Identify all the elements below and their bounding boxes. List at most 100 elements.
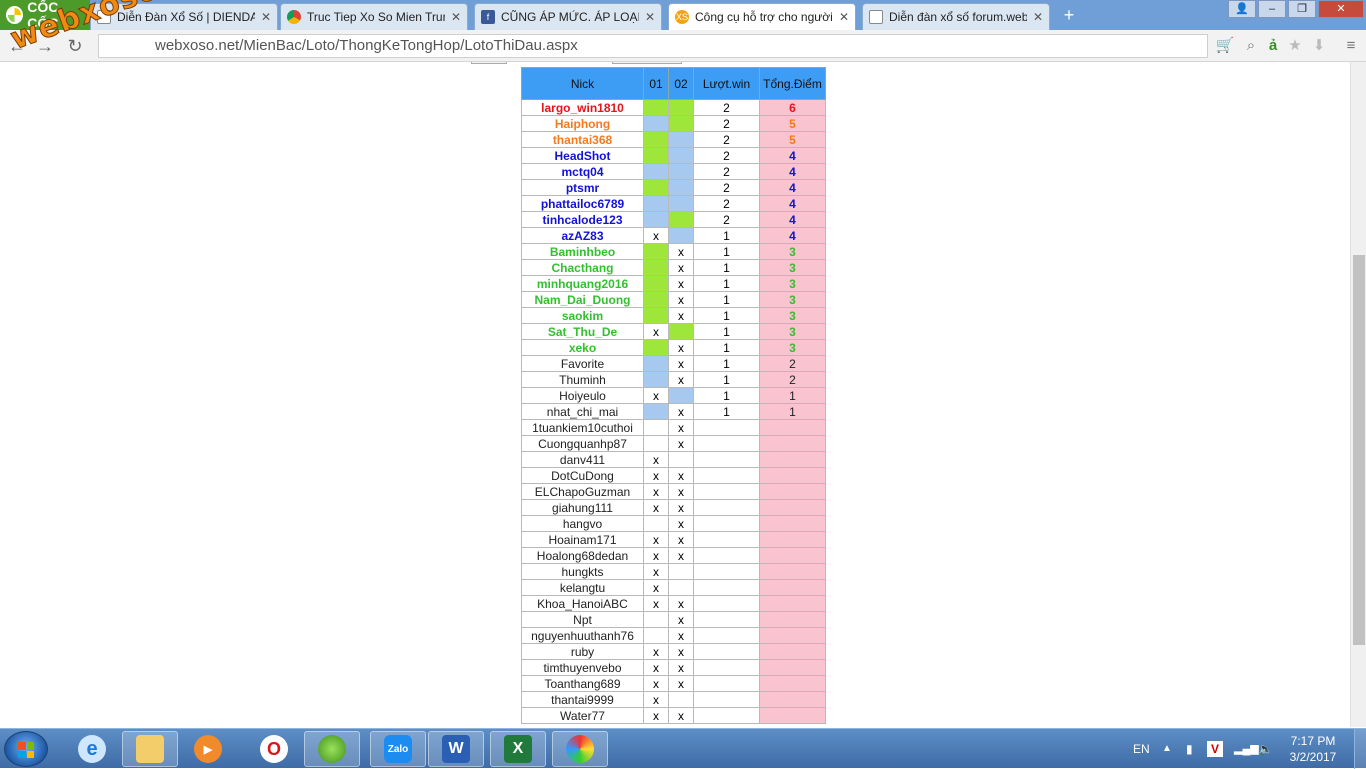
cell-01 (643, 115, 669, 132)
header-02[interactable]: 02 (668, 67, 694, 100)
cell-tong-diem: 4 (759, 163, 826, 180)
browser-tab[interactable]: Diễn đàn xổ số forum.web ✕ (862, 3, 1050, 30)
tab-label: Truc Tiep Xo So Mien Trun (307, 10, 445, 24)
cell-01 (643, 627, 669, 644)
unikey-icon[interactable]: V (1207, 741, 1223, 757)
search-icon[interactable]: ⌕ (1240, 36, 1262, 56)
browser-tab[interactable]: Truc Tiep Xo So Mien Trun ✕ (280, 3, 468, 30)
table-row: Cuongquanhp87 x (521, 435, 826, 452)
cell-luot-win: 2 (693, 147, 760, 164)
bookmark-star-icon[interactable]: ★ (1284, 36, 1306, 56)
cell-nick: Npt (521, 611, 644, 628)
download-icon[interactable]: ⬇ (1308, 36, 1330, 56)
internet-explorer-icon: e (78, 735, 106, 763)
table-row: nguyenhuuthanh76 x (521, 627, 826, 644)
cell-02 (668, 115, 694, 132)
battery-icon[interactable]: ▮ (1186, 729, 1193, 769)
url-input[interactable]: webxoso.net/MienBac/Loto/ThongKeTongHop/… (98, 34, 1208, 58)
maximize-button[interactable]: ❐ (1288, 0, 1316, 18)
minimize-button[interactable]: – (1258, 0, 1286, 18)
table-row: azAZ83 x 1 4 (521, 227, 826, 244)
table-row: Nam_Dai_Duong x 1 3 (521, 291, 826, 308)
taskbar-opera-button[interactable]: O (246, 731, 302, 767)
cart-icon[interactable]: 🛒 (1214, 36, 1236, 56)
cell-01: x (643, 531, 669, 548)
cell-02: x (668, 243, 694, 260)
cell-luot-win: 2 (693, 211, 760, 228)
url-text: webxoso.net/MienBac/Loto/ThongKeTongHop/… (155, 37, 578, 54)
cell-02 (668, 323, 694, 340)
close-tab-icon[interactable]: ✕ (1033, 10, 1043, 24)
table-row: Haiphong 2 5 (521, 115, 826, 132)
cell-01 (643, 291, 669, 308)
cell-02: x (668, 627, 694, 644)
cell-01 (643, 611, 669, 628)
cell-tong-diem (759, 547, 826, 564)
cell-luot-win: 1 (693, 259, 760, 276)
header-tong-diem[interactable]: Tổng.Điểm (759, 67, 826, 100)
close-tab-icon[interactable]: ✕ (645, 10, 655, 24)
cell-nick: HeadShot (521, 147, 644, 164)
cell-tong-diem: 3 (759, 243, 826, 260)
page-control-stub[interactable] (471, 62, 507, 64)
table-row: saokim x 1 3 (521, 307, 826, 324)
clock-time: 7:17 PM (1290, 734, 1336, 748)
show-desktop-button[interactable] (1354, 729, 1366, 769)
page-control-stub[interactable] (612, 62, 682, 64)
new-tab-button[interactable]: + (1058, 6, 1080, 24)
cell-tong-diem: 5 (759, 131, 826, 148)
taskbar-word-button[interactable]: W (428, 731, 484, 767)
cell-nick: Toanthang689 (521, 675, 644, 692)
browser-tab[interactable]: f CŨNG ÁP MỨC. ÁP LOẠI.B ✕ (474, 3, 662, 30)
profile-button[interactable]: 👤 (1228, 0, 1256, 18)
cell-nick: thantai9999 (521, 691, 644, 708)
table-row: xeko x 1 3 (521, 339, 826, 356)
header-luot-win[interactable]: Lượt.win (693, 67, 760, 100)
cell-01: x (643, 643, 669, 660)
taskbar-zalo-button[interactable]: Zalo (370, 731, 426, 767)
taskbar-file-explorer-button[interactable] (122, 731, 178, 767)
taskbar-excel-button[interactable]: X (490, 731, 546, 767)
cell-tong-diem: 2 (759, 355, 826, 372)
close-tab-icon[interactable]: ✕ (839, 10, 849, 24)
cell-tong-diem: 1 (759, 387, 826, 404)
browser-tab[interactable]: XS Công cụ hỗ trợ cho người ✕ (668, 3, 856, 30)
header-01[interactable]: 01 (643, 67, 669, 100)
cell-luot-win (693, 691, 760, 708)
cell-luot-win (693, 627, 760, 644)
cell-tong-diem (759, 611, 826, 628)
cell-02: x (668, 339, 694, 356)
close-tab-icon[interactable]: ✕ (451, 10, 461, 24)
translate-icon[interactable]: ả (1262, 36, 1284, 56)
menu-icon[interactable]: ≡ (1340, 36, 1362, 56)
cell-luot-win (693, 707, 760, 724)
cell-luot-win: 1 (693, 323, 760, 340)
clock[interactable]: 7:17 PM 3/2/2017 (1278, 733, 1348, 765)
header-nick[interactable]: Nick (521, 67, 644, 100)
taskbar-media-player-button[interactable]: ▶ (180, 731, 236, 767)
cell-tong-diem (759, 419, 826, 436)
volume-icon[interactable]: 🔈 (1258, 729, 1273, 769)
tab-label: Công cụ hỗ trợ cho người (695, 10, 833, 24)
page-scrollbar[interactable] (1350, 62, 1366, 727)
cell-02: x (668, 515, 694, 532)
file-explorer-icon (136, 735, 164, 763)
show-hidden-icons[interactable]: ▲ (1162, 729, 1172, 769)
taskbar-paint-button[interactable] (552, 731, 608, 767)
cell-tong-diem: 4 (759, 195, 826, 212)
close-window-button[interactable]: ✕ (1318, 0, 1364, 18)
cell-luot-win: 2 (693, 163, 760, 180)
language-indicator[interactable]: EN (1133, 729, 1150, 769)
network-icon[interactable]: ▂▄▆ (1234, 729, 1259, 769)
scrollbar-thumb[interactable] (1353, 255, 1365, 645)
taskbar-internet-explorer-button[interactable]: e (64, 731, 120, 767)
cell-02: x (668, 483, 694, 500)
cell-nick: Cuongquanhp87 (521, 435, 644, 452)
cell-tong-diem (759, 451, 826, 468)
start-button[interactable] (4, 731, 48, 767)
taskbar-coccoc-button[interactable] (304, 731, 360, 767)
cell-nick: Favorite (521, 355, 644, 372)
zalo-icon: Zalo (384, 735, 412, 763)
cell-luot-win: 1 (693, 371, 760, 388)
close-tab-icon[interactable]: ✕ (261, 10, 271, 24)
